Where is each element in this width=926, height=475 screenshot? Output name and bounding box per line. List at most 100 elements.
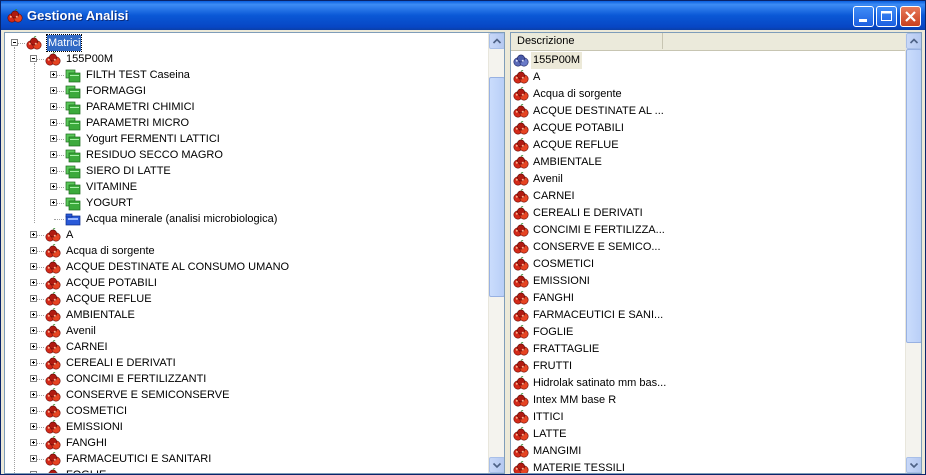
expand-icon[interactable]: [30, 391, 37, 398]
expand-icon[interactable]: [30, 279, 37, 286]
list-item[interactable]: Hidrolak satinato mm bas...: [513, 375, 903, 392]
list-item[interactable]: FARMACEUTICI E SANI...: [513, 307, 903, 324]
list-item[interactable]: CONSERVE E SEMICO...: [513, 239, 903, 256]
scroll-down-button[interactable]: [489, 457, 504, 473]
tree-node-matrix[interactable]: A: [5, 227, 485, 243]
tree-node-matrix[interactable]: Acqua di sorgente: [5, 243, 485, 259]
tree-node-matrix[interactable]: CEREALI E DERIVATI: [5, 355, 485, 371]
expand-icon[interactable]: [30, 471, 37, 473]
expand-icon[interactable]: [50, 103, 57, 110]
expand-icon[interactable]: [50, 87, 57, 94]
tree-node-label: FARMACEUTICI E SANITARI: [66, 453, 212, 465]
list-item[interactable]: MANGIMI: [513, 443, 903, 460]
list-item[interactable]: FRATTAGLIE: [513, 341, 903, 358]
scroll-up-button[interactable]: [489, 33, 504, 49]
expand-icon[interactable]: [30, 231, 37, 238]
list-item[interactable]: A: [513, 69, 903, 86]
expand-icon[interactable]: [30, 455, 37, 462]
list-item[interactable]: CONCIMI E FERTILIZZA...: [513, 222, 903, 239]
expand-icon[interactable]: [30, 375, 37, 382]
column-header-descrizione[interactable]: Descrizione: [511, 33, 663, 49]
collapse-icon[interactable]: [11, 39, 18, 46]
tree-node-subfolder[interactable]: PARAMETRI CHIMICI: [5, 99, 485, 115]
collapse-icon[interactable]: [30, 55, 37, 62]
list-item[interactable]: FOGLIE: [513, 324, 903, 341]
tree-node-subfolder[interactable]: FORMAGGI: [5, 83, 485, 99]
list-item[interactable]: FRUTTI: [513, 358, 903, 375]
tree-node-matrix[interactable]: CONSERVE E SEMICONSERVE: [5, 387, 485, 403]
title-bar[interactable]: Gestione Analisi: [1, 1, 925, 30]
expand-icon[interactable]: [30, 247, 37, 254]
tree-node-label: RESIDUO SECCO MAGRO: [86, 149, 223, 161]
tree-node-matrix[interactable]: Avenil: [5, 323, 485, 339]
tree-node-subfolder[interactable]: RESIDUO SECCO MAGRO: [5, 147, 485, 163]
expand-icon[interactable]: [30, 423, 37, 430]
tree-node-155p00m[interactable]: 155P00M: [5, 51, 485, 67]
description-list[interactable]: Descrizione 155P00M A Acqua di sorgente ACQ…: [510, 32, 922, 474]
expand-icon[interactable]: [30, 295, 37, 302]
tree-node-matrix[interactable]: CARNEI: [5, 339, 485, 355]
column-header-empty[interactable]: [663, 33, 906, 49]
tree-node-subfolder[interactable]: Yogurt FERMENTI LATTICI: [5, 131, 485, 147]
tree-node-subfolder[interactable]: SIERO DI LATTE: [5, 163, 485, 179]
expand-icon[interactable]: [30, 311, 37, 318]
tree-node-matrix[interactable]: ACQUE POTABILI: [5, 275, 485, 291]
tree-node-subfolder[interactable]: VITAMINE: [5, 179, 485, 195]
tree-node-label: FILTH TEST Caseina: [86, 69, 190, 81]
tree-node-matrix[interactable]: FOGLIE: [5, 467, 485, 473]
expand-icon[interactable]: [50, 135, 57, 142]
list-item[interactable]: LATTE: [513, 426, 903, 443]
scroll-thumb[interactable]: [489, 77, 504, 297]
list-item[interactable]: CARNEI: [513, 188, 903, 205]
list-item[interactable]: ITTICI: [513, 409, 903, 426]
tree-node-leaf[interactable]: Acqua minerale (analisi microbiologica): [5, 211, 485, 227]
apples-icon: [7, 8, 23, 24]
tree-node-matrix[interactable]: EMISSIONI: [5, 419, 485, 435]
tree-node-matrix[interactable]: ACQUE REFLUE: [5, 291, 485, 307]
list-item[interactable]: 155P00M: [513, 52, 903, 69]
list-scrollbar[interactable]: [905, 33, 921, 473]
expand-icon[interactable]: [50, 151, 57, 158]
expand-icon[interactable]: [30, 359, 37, 366]
expand-icon[interactable]: [50, 119, 57, 126]
list-item[interactable]: ACQUE REFLUE: [513, 137, 903, 154]
list-item[interactable]: ACQUE DESTINATE AL ...: [513, 103, 903, 120]
tree-node-subfolder[interactable]: YOGURT: [5, 195, 485, 211]
close-button[interactable]: [900, 6, 921, 27]
tree-node-subfolder[interactable]: FILTH TEST Caseina: [5, 67, 485, 83]
expand-icon[interactable]: [30, 263, 37, 270]
tree-node-matrix[interactable]: CONCIMI E FERTILIZZANTI: [5, 371, 485, 387]
expand-icon[interactable]: [30, 327, 37, 334]
matrix-tree[interactable]: Matrici 155P00M FILTH TEST Caseina FORMAGGI…: [4, 32, 505, 474]
minimize-button[interactable]: [853, 6, 874, 27]
list-item[interactable]: MATERIE TESSILI: [513, 460, 903, 473]
tree-node-matrix[interactable]: ACQUE DESTINATE AL CONSUMO UMANO: [5, 259, 485, 275]
tree-node-matrici[interactable]: Matrici: [5, 34, 485, 52]
maximize-button[interactable]: [876, 6, 897, 27]
list-item[interactable]: CEREALI E DERIVATI: [513, 205, 903, 222]
list-item[interactable]: COSMETICI: [513, 256, 903, 273]
tree-node-subfolder[interactable]: PARAMETRI MICRO: [5, 115, 485, 131]
expand-icon[interactable]: [30, 407, 37, 414]
list-item[interactable]: AMBIENTALE: [513, 154, 903, 171]
expand-icon[interactable]: [50, 199, 57, 206]
tree-node-matrix[interactable]: AMBIENTALE: [5, 307, 485, 323]
list-item[interactable]: Acqua di sorgente: [513, 86, 903, 103]
scroll-down-button[interactable]: [906, 457, 921, 473]
tree-node-matrix[interactable]: FANGHI: [5, 435, 485, 451]
scroll-up-button[interactable]: [906, 33, 921, 49]
tree-node-matrix[interactable]: COSMETICI: [5, 403, 485, 419]
list-item[interactable]: FANGHI: [513, 290, 903, 307]
list-item[interactable]: ACQUE POTABILI: [513, 120, 903, 137]
tree-scrollbar[interactable]: [488, 33, 504, 473]
scroll-thumb[interactable]: [906, 49, 921, 343]
expand-icon[interactable]: [50, 71, 57, 78]
list-item[interactable]: Avenil: [513, 171, 903, 188]
expand-icon[interactable]: [50, 167, 57, 174]
expand-icon[interactable]: [50, 183, 57, 190]
expand-icon[interactable]: [30, 439, 37, 446]
list-item[interactable]: Intex MM base R: [513, 392, 903, 409]
list-item[interactable]: EMISSIONI: [513, 273, 903, 290]
tree-node-matrix[interactable]: FARMACEUTICI E SANITARI: [5, 451, 485, 467]
expand-icon[interactable]: [30, 343, 37, 350]
